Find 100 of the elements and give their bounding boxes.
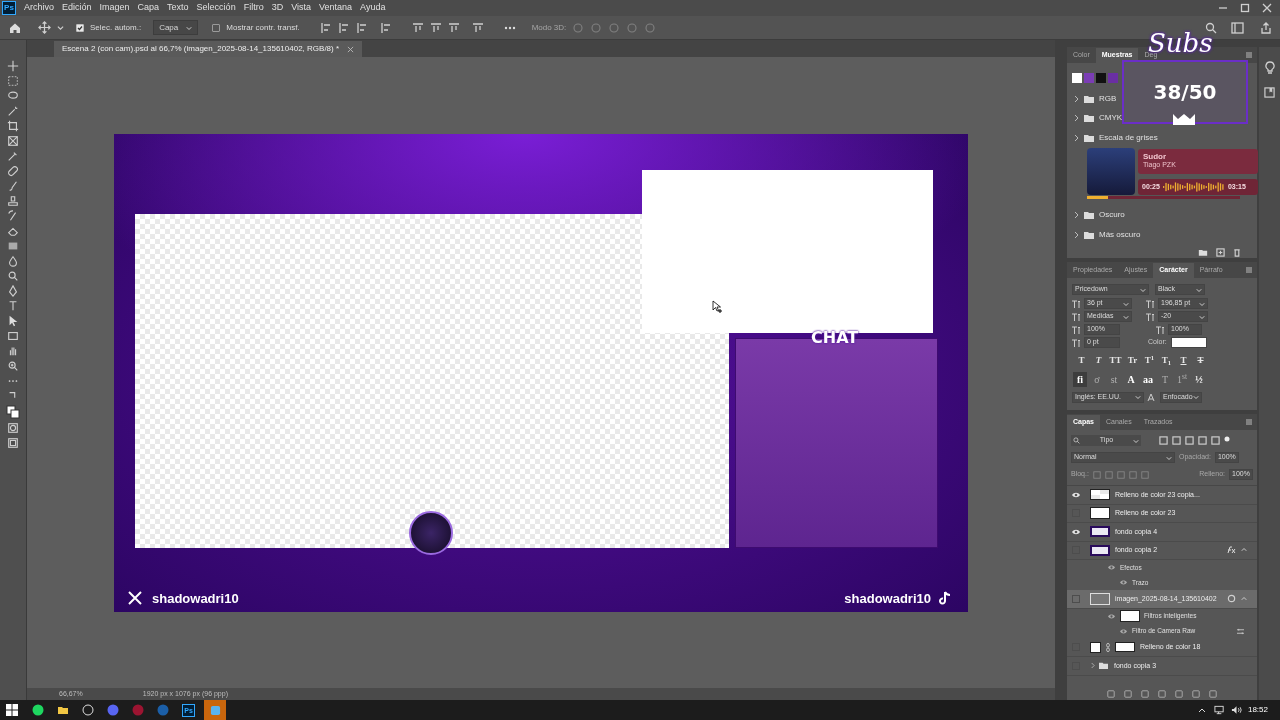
distribute-icon[interactable] <box>411 21 424 34</box>
hand-icon[interactable] <box>7 345 19 357</box>
windows-icon[interactable] <box>6 704 18 716</box>
dropper-icon[interactable] <box>7 150 19 162</box>
drop-icon[interactable] <box>7 255 19 267</box>
maximize-icon[interactable] <box>1240 3 1250 13</box>
panel-menu-icon[interactable] <box>1245 51 1253 59</box>
color-swatch[interactable] <box>1084 73 1094 83</box>
move-arrows-icon[interactable] <box>38 21 51 34</box>
type-tool-icon[interactable] <box>7 300 19 312</box>
swatch-group[interactable]: RGB <box>1099 92 1117 105</box>
chevron-right-icon[interactable] <box>1090 662 1095 670</box>
opentype-button[interactable]: A <box>1124 371 1138 387</box>
pen-icon[interactable] <box>7 285 19 297</box>
swatch-group[interactable]: CMYK <box>1099 112 1123 125</box>
rectangle-icon[interactable] <box>7 330 19 342</box>
obs-icon[interactable] <box>82 704 94 716</box>
menu-item[interactable]: Edición <box>58 1 96 15</box>
chevron-right-icon[interactable] <box>1073 114 1079 123</box>
brush-icon[interactable] <box>7 180 19 192</box>
menu-item[interactable]: Vista <box>287 1 315 15</box>
distribute-icon[interactable] <box>447 21 460 34</box>
gradient-icon[interactable] <box>7 240 19 252</box>
eye-icon[interactable] <box>1107 612 1116 620</box>
move-arrows-icon[interactable] <box>7 60 19 72</box>
history-brush-icon[interactable] <box>7 210 19 222</box>
share-icon[interactable] <box>1260 21 1272 34</box>
type-style-button[interactable]: T <box>1177 354 1190 368</box>
swatch-group[interactable]: Oscuro <box>1099 209 1125 222</box>
align-icon[interactable] <box>379 21 392 34</box>
align-icon[interactable] <box>337 21 350 34</box>
menu-item[interactable]: Texto <box>163 1 193 15</box>
swatch-group[interactable]: Escala de grises <box>1099 131 1158 144</box>
menu-item[interactable]: Filtro <box>239 1 268 15</box>
caret-up-icon[interactable] <box>1241 595 1247 602</box>
library-icon[interactable] <box>1264 87 1275 98</box>
zoom-icon[interactable] <box>7 360 19 372</box>
color-swatch[interactable] <box>1108 73 1118 83</box>
color-swatch[interactable] <box>1170 337 1207 348</box>
distribute-icon[interactable] <box>471 21 484 34</box>
crop-icon[interactable] <box>7 120 19 132</box>
menu-item[interactable]: Ayuda <box>356 1 390 15</box>
more-dots-icon[interactable] <box>503 24 516 31</box>
lasso-icon[interactable] <box>7 90 19 102</box>
chevron-right-icon[interactable] <box>1073 211 1079 220</box>
type-style-button[interactable]: T <box>1075 354 1088 368</box>
close-icon[interactable] <box>347 45 355 53</box>
workspace-icon[interactable] <box>1231 21 1244 34</box>
menu-item[interactable]: Imagen <box>95 1 134 15</box>
chevron-right-icon[interactable] <box>1073 133 1079 142</box>
checkbox[interactable] <box>76 23 84 32</box>
color-swatch[interactable] <box>1096 73 1106 83</box>
eye-icon[interactable] <box>1071 527 1081 536</box>
magnifier-icon[interactable] <box>7 270 19 282</box>
steam-icon[interactable] <box>157 704 169 716</box>
sliders-icon[interactable] <box>1236 627 1245 635</box>
type-style-button[interactable]: TT <box>1109 354 1122 368</box>
screen-mode-icon[interactable] <box>7 437 19 449</box>
opentype-button[interactable]: ½ <box>1192 371 1206 387</box>
align-icon[interactable] <box>355 21 368 34</box>
layer-dropdown[interactable]: Capa <box>153 20 199 35</box>
eye-icon[interactable] <box>1119 579 1128 586</box>
wand-icon[interactable] <box>7 105 19 117</box>
panel-menu-icon[interactable] <box>1245 266 1253 274</box>
frame-icon[interactable] <box>7 135 19 147</box>
close-icon[interactable] <box>1262 3 1272 13</box>
eye-icon[interactable] <box>1107 564 1116 571</box>
menu-item[interactable]: Ventana <box>315 1 357 15</box>
swatch-group[interactable]: Más oscuro <box>1099 228 1141 241</box>
network-icon[interactable] <box>1213 705 1225 715</box>
caret-icon[interactable] <box>57 24 64 31</box>
lightbulb-icon[interactable] <box>1264 61 1275 75</box>
search-icon[interactable] <box>1205 21 1217 34</box>
caret-up-icon[interactable] <box>1241 547 1247 554</box>
menu-item[interactable]: 3D <box>267 1 288 15</box>
type-style-button[interactable]: T$^{1}$ <box>1143 354 1156 368</box>
chevron-up-icon[interactable] <box>1197 707 1206 713</box>
eye-icon[interactable] <box>1071 490 1081 499</box>
bandage-icon[interactable] <box>7 165 19 177</box>
spotify-icon[interactable] <box>32 704 44 716</box>
opentype-button[interactable]: fi <box>1073 371 1087 387</box>
stamp-icon[interactable] <box>7 195 19 207</box>
dashed-square-icon[interactable] <box>7 75 19 87</box>
type-style-button[interactable]: T$_{1}$ <box>1160 354 1173 368</box>
opentype-button[interactable]: aa <box>1141 371 1155 387</box>
visibility-toggle[interactable] <box>1072 594 1080 603</box>
type-style-button[interactable]: Tr <box>1126 354 1139 368</box>
checkbox[interactable] <box>212 23 221 32</box>
eye-icon[interactable] <box>1119 627 1128 635</box>
panel-menu-icon[interactable] <box>1245 418 1253 426</box>
pointer-icon[interactable] <box>7 315 19 327</box>
opera-icon[interactable] <box>132 704 144 716</box>
quick-mask-icon[interactable] <box>7 422 19 434</box>
menu-item[interactable]: Capa <box>133 1 164 15</box>
chevron-right-icon[interactable] <box>1073 230 1079 239</box>
color-swatches-icon[interactable] <box>6 405 20 419</box>
color-swatch[interactable] <box>1072 73 1082 83</box>
chevron-right-icon[interactable] <box>1073 94 1079 103</box>
menu-item[interactable]: Archivo <box>20 1 58 15</box>
volume-icon[interactable] <box>1230 705 1242 715</box>
